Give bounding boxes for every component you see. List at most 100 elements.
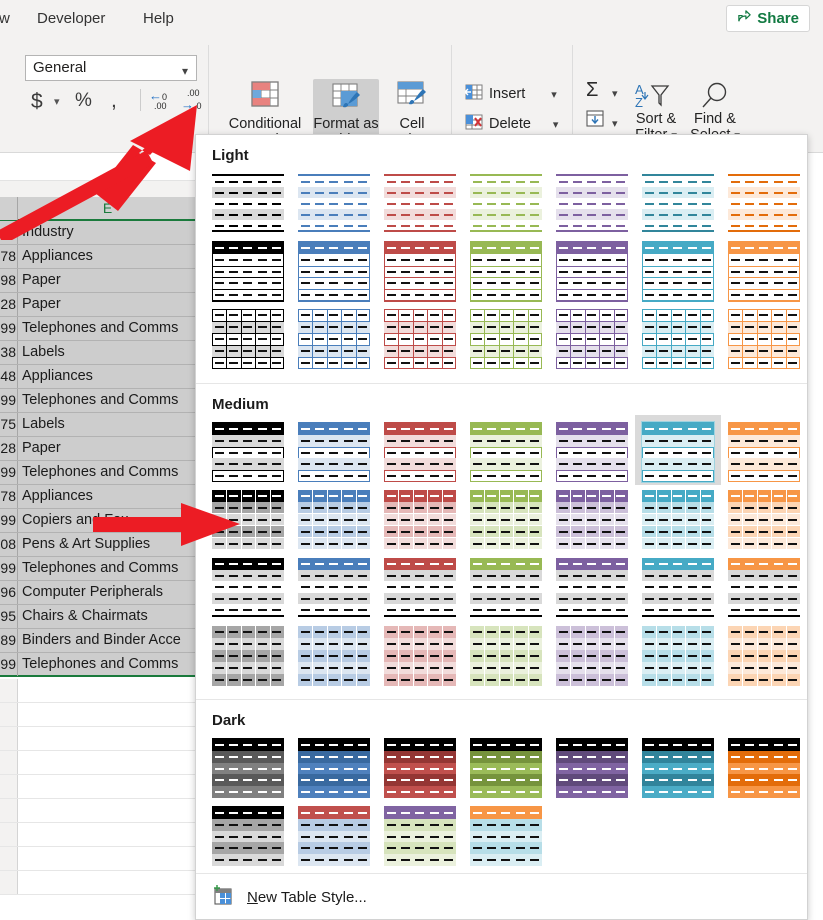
table-style-thumbnail[interactable] [291,488,377,560]
table-style-thumbnail[interactable] [463,420,549,492]
row-header[interactable]: 48 [0,365,18,388]
comma-style-button[interactable]: , [111,89,117,113]
table-style-thumbnail[interactable] [549,488,635,560]
table-style-thumbnail[interactable] [377,239,463,311]
table-style-thumbnail[interactable] [205,804,291,876]
table-style-thumbnail[interactable] [635,624,721,696]
table-row[interactable]: Industry [0,221,197,245]
cell-value[interactable]: Telephones and Comms [22,557,178,580]
cell-empty[interactable] [18,847,197,870]
table-style-thumbnail[interactable] [463,624,549,696]
table-row[interactable]: 99 Telephones and Comms [0,557,197,581]
table-row[interactable]: 99 Telephones and Comms [0,461,197,485]
table-style-thumbnail[interactable] [635,488,721,560]
percent-style-button[interactable]: % [75,90,92,112]
select-all-corner[interactable] [0,197,18,220]
empty-row[interactable] [0,823,197,847]
empty-row[interactable] [0,775,197,799]
table-style-thumbnail[interactable] [549,171,635,243]
cell-empty[interactable] [18,871,197,894]
table-style-thumbnail[interactable] [721,556,807,628]
row-header[interactable]: 78 [0,245,18,268]
table-row[interactable]: 08 Pens & Art Supplies [0,533,197,557]
table-style-thumbnail[interactable] [205,171,291,243]
table-row[interactable]: 96 Computer Peripherals [0,581,197,605]
table-style-thumbnail[interactable] [549,307,635,379]
table-style-thumbnail[interactable] [291,624,377,696]
row-header[interactable] [0,847,18,870]
cell-value[interactable]: Copiers and Fax [22,509,128,532]
row-header[interactable]: 95 [0,605,18,628]
table-style-thumbnail[interactable] [721,171,807,243]
cell-empty[interactable] [18,775,197,798]
empty-row[interactable] [0,871,197,895]
table-row[interactable]: 95 Chairs & Chairmats [0,605,197,629]
cell-value[interactable]: Labels [22,341,65,364]
row-header[interactable] [0,703,18,726]
new-table-style-item[interactable]: New Table Style... [196,874,807,920]
table-row[interactable]: 99 Telephones and Comms [0,317,197,341]
table-style-thumbnail[interactable] [291,307,377,379]
row-header[interactable]: 98 [0,269,18,292]
table-style-thumbnail[interactable] [205,736,291,808]
row-header[interactable] [0,823,18,846]
table-style-thumbnail[interactable] [635,307,721,379]
table-style-thumbnail[interactable] [377,556,463,628]
table-style-thumbnail[interactable] [463,556,549,628]
table-row[interactable]: 99 Telephones and Comms [0,653,197,677]
table-row[interactable]: 28 Paper [0,437,197,461]
table-style-thumbnail[interactable] [721,307,807,379]
row-header[interactable]: 99 [0,509,18,532]
row-header[interactable]: 08 [0,533,18,556]
cell-value[interactable]: Labels [22,413,65,436]
cell-value[interactable]: Computer Peripherals [22,581,163,604]
table-style-thumbnail[interactable] [377,488,463,560]
table-style-thumbnail[interactable] [205,239,291,311]
table-style-thumbnail[interactable] [463,171,549,243]
number-format-dropdown[interactable]: General ▾ [25,55,197,81]
row-header[interactable]: 99 [0,461,18,484]
fill-button[interactable] [585,110,605,133]
table-row[interactable]: 78 Appliances [0,245,197,269]
table-style-thumbnail[interactable] [635,415,721,492]
cell-empty[interactable] [18,823,197,846]
table-style-thumbnail[interactable] [463,736,549,808]
chevron-down-icon[interactable]: ▾ [612,87,618,100]
table-style-thumbnail[interactable] [463,488,549,560]
table-style-thumbnail[interactable] [549,736,635,808]
row-header[interactable] [0,727,18,750]
table-row[interactable]: 75 Labels [0,413,197,437]
chevron-down-icon[interactable]: ▾ [612,117,618,130]
table-style-thumbnail[interactable] [549,624,635,696]
row-header[interactable]: 89 [0,629,18,652]
table-style-thumbnail[interactable] [635,736,721,808]
table-style-thumbnail[interactable] [463,307,549,379]
table-style-thumbnail[interactable] [205,307,291,379]
row-header[interactable]: 99 [0,389,18,412]
insert-cells-button[interactable]: Insert ▾ [464,81,557,107]
row-header[interactable] [0,871,18,894]
table-style-thumbnail[interactable] [721,420,807,492]
table-row[interactable]: 78 Appliances [0,485,197,509]
table-row[interactable]: 99 Telephones and Comms [0,389,197,413]
table-style-thumbnail[interactable] [291,171,377,243]
cell-value[interactable]: Binders and Binder Acce [22,629,181,652]
tab-developer[interactable]: Developer [28,7,114,31]
table-style-thumbnail[interactable] [635,556,721,628]
table-row[interactable]: 99 Copiers and Fax [0,509,197,533]
table-style-thumbnail[interactable] [377,420,463,492]
table-style-thumbnail[interactable] [205,624,291,696]
empty-row[interactable] [0,847,197,871]
table-style-thumbnail[interactable] [205,420,291,492]
cell-value[interactable]: Appliances [22,365,93,388]
row-header[interactable] [0,799,18,822]
empty-row[interactable] [0,799,197,823]
accounting-format-button[interactable]: $ [31,90,43,114]
table-style-thumbnail[interactable] [377,736,463,808]
table-style-thumbnail[interactable] [721,488,807,560]
table-style-thumbnail[interactable] [549,556,635,628]
table-row[interactable]: 28 Paper [0,293,197,317]
table-style-thumbnail[interactable] [549,239,635,311]
decrease-decimal-button[interactable]: .00 →.0 [181,89,209,113]
table-style-thumbnail[interactable] [377,171,463,243]
